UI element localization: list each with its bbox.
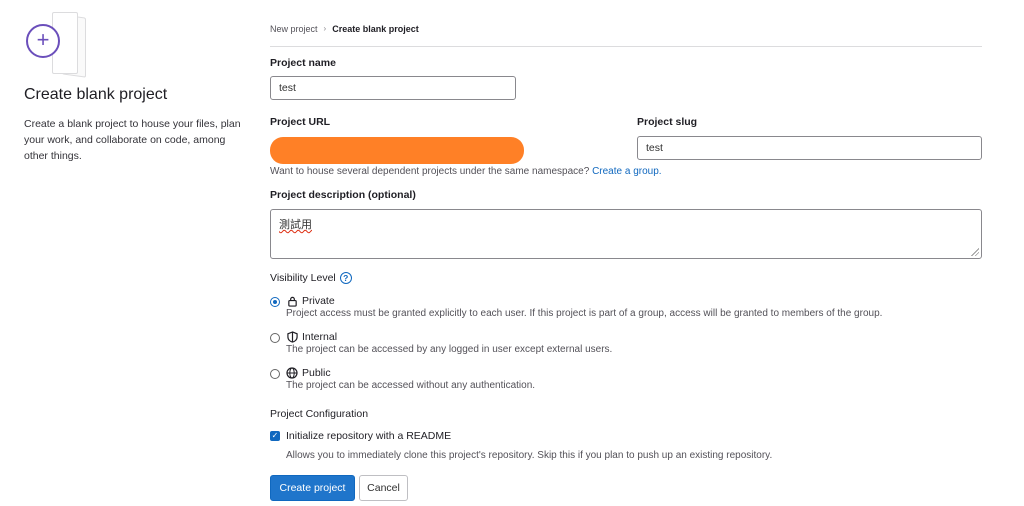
cancel-button[interactable]: Cancel bbox=[359, 475, 408, 501]
readme-checkbox[interactable]: ✓ bbox=[270, 431, 280, 441]
chevron-right-icon: › bbox=[323, 24, 327, 33]
visibility-internal-radio[interactable] bbox=[270, 333, 280, 343]
visibility-private-label: Private bbox=[302, 295, 335, 307]
project-name-label: Project name bbox=[270, 57, 336, 69]
visibility-internal-desc: The project can be accessed by any logge… bbox=[286, 344, 613, 355]
namespace-help-text: Want to house several dependent projects… bbox=[270, 166, 590, 177]
project-slug-label: Project slug bbox=[637, 116, 698, 128]
question-circle-icon[interactable]: ? bbox=[339, 272, 352, 284]
left-title: Create blank project bbox=[24, 86, 168, 103]
readme-option[interactable]: ✓ Initialize repository with a README bbox=[270, 430, 451, 442]
shield-icon bbox=[286, 331, 298, 343]
visibility-private-desc: Project access must be granted explicitl… bbox=[286, 308, 883, 319]
breadcrumb-current: Create blank project bbox=[332, 24, 419, 34]
globe-icon bbox=[286, 367, 298, 379]
left-description: Create a blank project to house your fil… bbox=[24, 118, 241, 162]
visibility-public-desc: The project can be accessed without any … bbox=[286, 380, 536, 391]
visibility-internal-label: Internal bbox=[302, 331, 338, 343]
description-textarea[interactable]: 測試用 bbox=[270, 209, 982, 259]
breadcrumb: New project › Create blank project bbox=[270, 0, 982, 47]
description-text: 測試用 bbox=[279, 219, 312, 231]
lock-icon bbox=[286, 295, 298, 307]
config-label: Project Configuration bbox=[270, 408, 369, 420]
readme-help: Allows you to immediately clone this pro… bbox=[286, 450, 773, 461]
main-form: New project › Create blank project Proje… bbox=[270, 0, 982, 501]
visibility-title: Visibility Level ? bbox=[270, 272, 352, 284]
visibility-private-option[interactable]: Private Project access must be granted e… bbox=[270, 295, 882, 319]
project-slug-input[interactable]: test bbox=[637, 136, 982, 160]
project-url-label: Project URL bbox=[270, 116, 331, 128]
visibility-internal-option[interactable]: Internal The project can be accessed by … bbox=[270, 331, 612, 355]
redacted-url bbox=[270, 137, 524, 164]
visibility-public-radio[interactable] bbox=[270, 369, 280, 379]
visibility-public-label: Public bbox=[302, 367, 331, 379]
breadcrumb-new-project[interactable]: New project bbox=[270, 24, 318, 46]
create-group-link[interactable]: Create a group. bbox=[592, 166, 662, 177]
visibility-public-option[interactable]: Public The project can be accessed witho… bbox=[270, 367, 535, 391]
visibility-private-radio[interactable] bbox=[270, 297, 280, 307]
project-name-input[interactable]: test bbox=[270, 76, 516, 100]
readme-label: Initialize repository with a README bbox=[286, 430, 452, 442]
resize-handle[interactable] bbox=[971, 248, 979, 256]
description-label: Project description (optional) bbox=[270, 189, 416, 201]
create-project-button[interactable]: Create project bbox=[270, 475, 355, 501]
plus-circle-icon: + bbox=[26, 24, 60, 58]
blank-project-illustration: + bbox=[24, 10, 90, 78]
left-panel: + Create blank project Create a blank pr… bbox=[24, 10, 252, 164]
namespace-help: Want to house several dependent projects… bbox=[270, 166, 662, 177]
visibility-label: Visibility Level bbox=[270, 272, 336, 284]
